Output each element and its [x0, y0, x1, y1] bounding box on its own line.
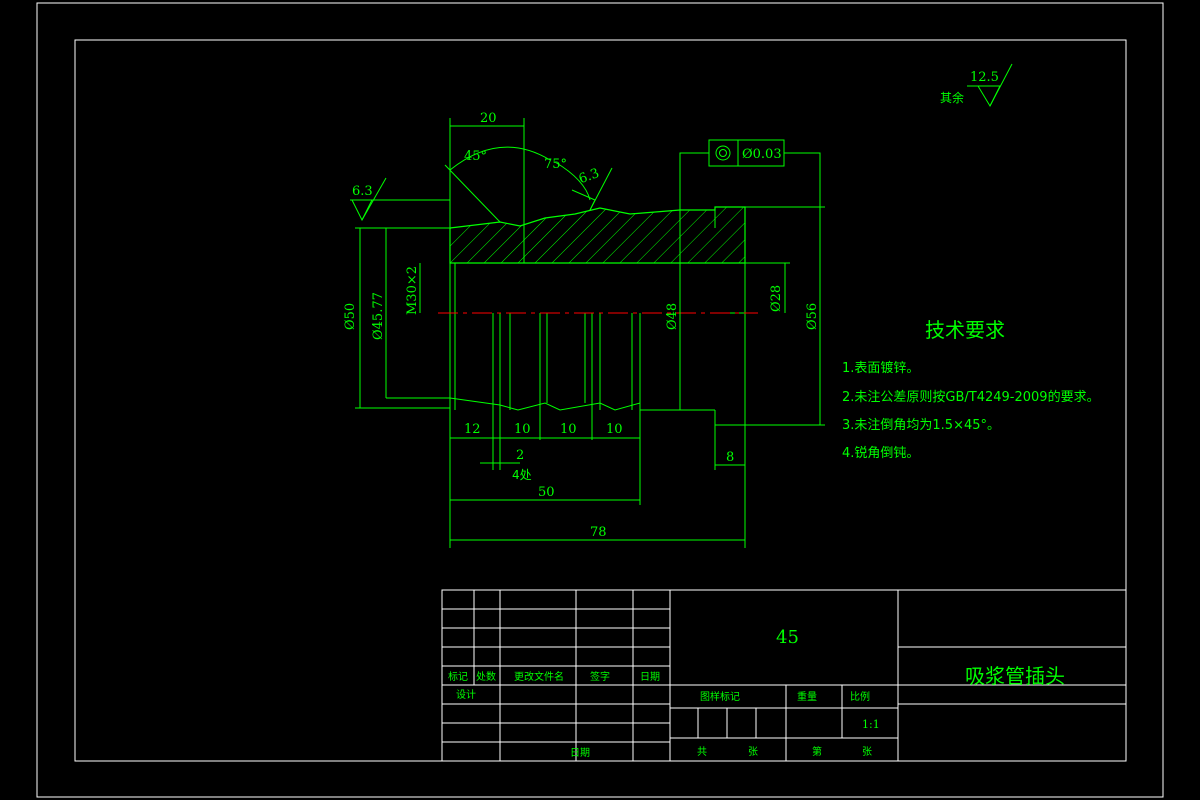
- dim-12: 12: [464, 422, 481, 437]
- angle-75: 75°: [544, 157, 567, 172]
- dimension-20: 20: [449, 111, 525, 228]
- svg-text:Ø28: Ø28: [769, 285, 784, 312]
- svg-text:6.3: 6.3: [577, 166, 602, 187]
- svg-text:图样标记: 图样标记: [700, 690, 740, 703]
- title-block: 45 吸浆管插头 标记 处数 更改文件名 签字 日期 设计 日期 图样标记 重量…: [441, 589, 1127, 762]
- surface-finish-value: 12.5: [970, 70, 999, 85]
- surface-finish-other: 其余 12.5: [940, 63, 1013, 108]
- svg-text:设计: 设计: [456, 688, 476, 701]
- roughness-right: 6.3: [571, 166, 613, 211]
- tech-item-2: 2.未注公差原则按GB/T4249-2009的要求。: [842, 389, 1100, 405]
- tolerance-value: Ø0.03: [742, 147, 782, 162]
- surface-finish-label: 其余: [940, 90, 964, 105]
- dim-8: 8: [726, 450, 734, 465]
- dim-10a: 10: [514, 422, 531, 437]
- dim-10b: 10: [560, 422, 577, 437]
- svg-text:Ø50: Ø50: [343, 303, 358, 330]
- svg-text:Ø48: Ø48: [665, 303, 680, 330]
- dim-groove: 2: [516, 448, 524, 463]
- tech-title: 技术要求: [925, 318, 1005, 342]
- part-outline: [449, 206, 746, 430]
- dim-20-label: 20: [480, 111, 497, 126]
- svg-text:M30×2: M30×2: [405, 266, 420, 315]
- roughness-left: 6.3: [350, 177, 450, 222]
- part-name: 吸浆管插头: [965, 664, 1065, 688]
- svg-text:第: 第: [812, 745, 822, 758]
- svg-text:更改文件名: 更改文件名: [514, 670, 564, 683]
- svg-text:比例: 比例: [850, 690, 870, 703]
- svg-text:标记: 标记: [448, 671, 468, 683]
- svg-text:处数: 处数: [476, 670, 496, 683]
- dim-10c: 10: [606, 422, 623, 437]
- angle-marks: 45° 75°: [444, 146, 591, 223]
- dimension-d50: Ø50: [343, 227, 450, 409]
- svg-text:重量: 重量: [797, 690, 817, 703]
- angle-45: 45°: [464, 149, 487, 164]
- tech-item-4: 4.锐角倒钝。: [842, 446, 919, 461]
- svg-text:6.3: 6.3: [352, 184, 373, 199]
- tech-item-1: 1.表面镀锌。: [842, 360, 919, 376]
- dim-78: 78: [590, 525, 607, 540]
- bottom-dimensions: 12 10 10 10 2 4处 50 78 8: [449, 403, 746, 548]
- material: 45: [776, 627, 799, 648]
- tech-item-3: 3.未注倒角均为1.5×45°。: [842, 418, 1000, 433]
- svg-text:签字: 签字: [590, 670, 610, 683]
- dimension-d56: Ø56: [745, 206, 825, 426]
- svg-text:Ø56: Ø56: [805, 303, 820, 330]
- dimension-d28: Ø28: [745, 262, 790, 313]
- svg-text:日期: 日期: [640, 671, 660, 683]
- svg-text:日期: 日期: [570, 747, 590, 759]
- dim-groove-count: 4处: [512, 468, 532, 482]
- dimension-thread: M30×2: [405, 263, 421, 315]
- svg-text:Ø45.77: Ø45.77: [371, 292, 386, 340]
- svg-text:共: 共: [697, 746, 707, 758]
- svg-text:张: 张: [862, 746, 872, 758]
- svg-text:张: 张: [748, 746, 758, 758]
- engineering-drawing: 其余 12.5 20 45° 75° 6.3 6.3 Ø0.03 Ø50 Ø45…: [36, 2, 1164, 798]
- dim-50: 50: [538, 485, 555, 500]
- tech-requirements: 技术要求 1.表面镀锌。 2.未注公差原则按GB/T4249-2009的要求。 …: [842, 318, 1100, 461]
- scale-value: 1:1: [862, 718, 880, 731]
